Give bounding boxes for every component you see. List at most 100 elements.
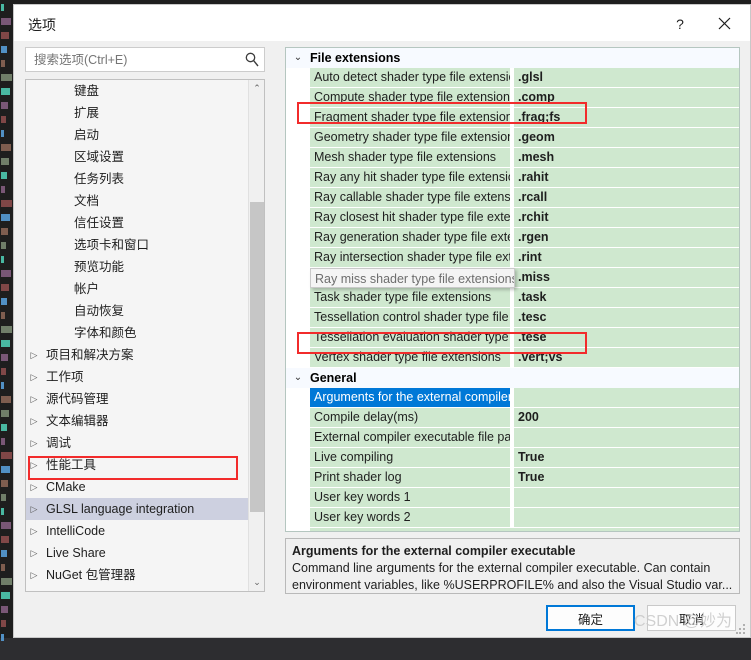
resize-grip[interactable] <box>736 624 746 634</box>
sidebar-item-[interactable]: 帐户 <box>26 278 249 300</box>
property-row[interactable]: Ray any hit shader type file extensions.… <box>286 168 739 188</box>
scroll-up-icon[interactable]: ⌃ <box>249 80 264 97</box>
sidebar-item-[interactable]: 信任设置 <box>26 212 249 234</box>
property-row[interactable]: Ray closest hit shader type file extensi… <box>286 208 739 228</box>
property-value[interactable]: .tese <box>514 328 739 347</box>
scroll-down-icon[interactable]: ⌄ <box>249 574 264 591</box>
property-value[interactable]: True <box>514 468 739 487</box>
sidebar-item-nuget[interactable]: ▷ NuGet 包管理器 <box>26 564 249 586</box>
property-value[interactable]: .mesh <box>514 148 739 167</box>
expander-icon[interactable]: ▷ <box>26 454 42 476</box>
expander-icon[interactable]: ▷ <box>26 564 42 586</box>
sidebar-item-[interactable]: 启动 <box>26 124 249 146</box>
property-value[interactable]: .vert;vs <box>514 348 739 367</box>
sidebar-item-[interactable]: ▷ 文本编辑器 <box>26 410 249 432</box>
property-value[interactable] <box>514 508 739 527</box>
property-value[interactable]: .miss <box>514 268 739 287</box>
expander-icon[interactable]: ▷ <box>26 432 42 454</box>
property-grid[interactable]: ⌄ File extensions Auto detect shader type … <box>285 47 740 532</box>
property-row[interactable]: Auto detect shader type file extensions.… <box>286 68 739 88</box>
expander-icon[interactable]: ▷ <box>26 366 42 388</box>
property-row[interactable]: Geometry shader type file extensions .geo… <box>286 128 739 148</box>
search-box[interactable] <box>25 47 265 72</box>
cancel-button[interactable]: 取消 <box>647 605 736 631</box>
dialog-titlebar: 选项 ? <box>14 5 750 42</box>
property-value[interactable]: .tesc <box>514 308 739 327</box>
tree-scrollbar[interactable]: ⌃ ⌄ <box>248 80 264 591</box>
sidebar-item-intellicode[interactable]: ▷ IntelliCode <box>26 520 249 542</box>
options-tree[interactable]: 键盘 扩展 启动 区域设置 任务列表 文档 信任设置 选项卡和窗口 预览功能 帐户 自动恢复 字体和颜… <box>25 79 265 592</box>
property-value[interactable]: .rcall <box>514 188 739 207</box>
tree-scrollbar-thumb[interactable] <box>250 202 264 512</box>
property-value[interactable]: .comp <box>514 88 739 107</box>
property-row[interactable]: Live compiling True <box>286 448 739 468</box>
sidebar-item-[interactable]: 自动恢复 <box>26 300 249 322</box>
property-value[interactable] <box>514 488 739 507</box>
property-row[interactable]: Print shader log True <box>286 468 739 488</box>
sidebar-item-[interactable]: 键盘 <box>26 80 249 102</box>
expander-icon[interactable]: ▷ <box>26 498 42 520</box>
sidebar-item-[interactable]: 扩展 <box>26 102 249 124</box>
sidebar-item-[interactable]: ▷ 调试 <box>26 432 249 454</box>
sidebar-item-[interactable]: 预览功能 <box>26 256 249 278</box>
expander-icon[interactable]: ▷ <box>26 344 42 366</box>
sidebar-item-[interactable]: 文档 <box>26 190 249 212</box>
property-row[interactable]: Ray intersection shader type file extens… <box>286 248 739 268</box>
property-category-file-extensions[interactable]: ⌄ File extensions <box>286 48 739 68</box>
sidebar-item-[interactable]: 任务列表 <box>26 168 249 190</box>
sidebar-item-glsl-language-integration[interactable]: ▷ GLSL language integration <box>26 498 249 520</box>
property-value[interactable]: .rint <box>514 248 739 267</box>
property-row[interactable]: Tessellation evaluation shader type file… <box>286 328 739 348</box>
property-value[interactable]: .task <box>514 288 739 307</box>
sidebar-item-[interactable]: 区域设置 <box>26 146 249 168</box>
property-value[interactable]: .rahit <box>514 168 739 187</box>
chevron-down-icon[interactable]: ⌄ <box>290 48 306 68</box>
property-row[interactable]: User key words 2 <box>286 508 739 528</box>
sidebar-item-qt[interactable]: ▷Qt <box>26 586 249 591</box>
chevron-down-icon[interactable]: ⌄ <box>290 368 306 388</box>
search-icon[interactable] <box>245 52 259 72</box>
property-row[interactable]: Mesh shader type file extensions .mesh <box>286 148 739 168</box>
sidebar-item-[interactable]: 选项卡和窗口 <box>26 234 249 256</box>
property-value[interactable]: .geom <box>514 128 739 147</box>
property-row[interactable]: User key words 1 <box>286 488 739 508</box>
close-icon[interactable] <box>708 11 740 37</box>
property-value[interactable] <box>514 428 739 447</box>
property-row[interactable]: Fragment shader type file extensions .fra… <box>286 108 739 128</box>
property-row[interactable]: Task shader type file extensions .task <box>286 288 739 308</box>
property-row[interactable]: External compiler executable file path <box>286 428 739 448</box>
sidebar-item-[interactable]: ▷ 项目和解决方案 <box>26 344 249 366</box>
property-row[interactable]: Compute shader type file extensions .comp <box>286 88 739 108</box>
sidebar-item-cmake[interactable]: ▷ CMake <box>26 476 249 498</box>
ok-button[interactable]: 确定 <box>546 605 635 631</box>
property-value[interactable]: 200 <box>514 408 739 427</box>
property-category-general[interactable]: ⌄ General <box>286 368 739 388</box>
sidebar-item-[interactable]: ▷ 源代码管理 <box>26 388 249 410</box>
expander-icon[interactable]: ▷ <box>26 410 42 432</box>
help-icon[interactable]: ? <box>666 13 694 35</box>
property-value[interactable]: .rgen <box>514 228 739 247</box>
expander-icon[interactable]: ▷ <box>26 388 42 410</box>
property-row[interactable]: Ray callable shader type file extensions… <box>286 188 739 208</box>
sidebar-item-[interactable]: ▷ 性能工具 <box>26 454 249 476</box>
property-row[interactable]: Ray generation shader type file extensio… <box>286 228 739 248</box>
property-value[interactable]: .glsl <box>514 68 739 87</box>
sidebar-item-live-share[interactable]: ▷ Live Share <box>26 542 249 564</box>
expander-icon[interactable]: ▷ <box>26 476 42 498</box>
description-title: Arguments for the external compiler exec… <box>292 544 576 558</box>
sidebar-item-[interactable]: 字体和颜色 <box>26 322 249 344</box>
property-row[interactable]: Tessellation control shader type file ex… <box>286 308 739 328</box>
property-row[interactable]: Arguments for the external compiler exec… <box>286 388 739 408</box>
sidebar-item-[interactable]: ▷ 工作项 <box>26 366 249 388</box>
expander-icon[interactable]: ▷ <box>26 520 42 542</box>
property-value[interactable]: .frag;fs <box>514 108 739 127</box>
property-value[interactable] <box>514 388 739 407</box>
search-input[interactable] <box>32 52 236 68</box>
property-row[interactable]: Compile delay(ms) 200 <box>286 408 739 428</box>
expander-icon[interactable]: ▷ <box>26 542 42 564</box>
property-row[interactable]: Vertex shader type file extensions .vert;… <box>286 348 739 368</box>
property-grid-filler <box>310 528 739 531</box>
property-value[interactable]: .rchit <box>514 208 739 227</box>
property-value[interactable]: True <box>514 448 739 467</box>
expander-icon[interactable]: ▷ <box>26 586 42 591</box>
